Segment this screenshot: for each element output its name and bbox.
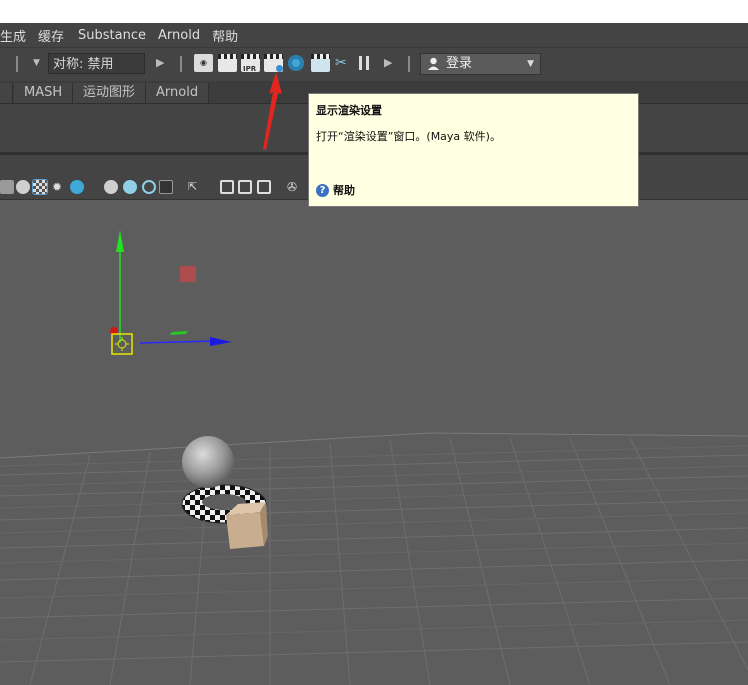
toolbar-separator [180,56,182,72]
chevron-down-icon[interactable]: ▼ [33,58,40,68]
menu-help[interactable]: 帮助 [212,26,246,45]
lighting-icon[interactable]: ✹ [52,180,66,194]
toolbar-separator [408,56,410,72]
xray-icon[interactable] [220,180,234,194]
help-icon: ? [316,183,329,197]
hypershade-icon[interactable] [288,55,304,71]
xray-joints-icon[interactable] [238,180,252,194]
login-label: 登录 [446,56,473,71]
chevron-down-icon: ▼ [527,59,534,69]
perspective-viewport[interactable] [0,200,748,685]
x-axis-handle [180,266,196,282]
shelf-tab-mash[interactable]: MASH [14,83,74,103]
scene-objects [181,436,268,549]
pause-icon-bar [366,56,369,70]
collapse-arrow-icon[interactable]: ▶ [384,56,392,69]
toolbar-separator [16,56,18,72]
cube-object [226,512,264,549]
sphere-object [182,436,234,488]
tooltip-title: 显示渲染设置 [316,104,382,117]
render-current-frame-icon[interactable] [218,54,237,72]
tooltip-description: 打开“渲染设置”窗口。(Maya 软件)。 [316,130,501,143]
move-manipulator [110,230,232,355]
status-line-toolbar: ▼ 对称: 禁用 ▶ ◉ IPR ✂ ▶ 登录 ▼ [0,47,748,81]
tooltip-help-label: 帮助 [333,184,355,197]
viewport-scene [0,230,748,685]
ground-grid [0,432,748,685]
shelf-tab-previous[interactable] [0,83,13,103]
depth-of-field-icon[interactable] [159,180,173,194]
render-view-icon[interactable] [311,54,330,72]
collapse-arrow-icon[interactable]: ▶ [156,56,164,69]
user-icon [428,57,439,70]
shadows-icon[interactable] [70,180,84,194]
annotation-arrow-icon [263,72,282,150]
shaded-icon[interactable] [16,180,30,194]
screen-top-margin [0,0,748,23]
antialias-icon[interactable] [142,180,156,194]
render-settings-tooltip: 显示渲染设置 打开“渲染设置”窗口。(Maya 软件)。 ? 帮助 [308,93,639,207]
xray-components-icon[interactable] [257,180,271,194]
symmetry-field[interactable]: 对称: 禁用 [48,53,145,74]
y-axis-arrow-icon [116,230,124,252]
ipr-label: IPR [243,65,257,73]
isolate-select-icon[interactable]: ⇱ [188,180,202,194]
menu-arnold[interactable]: Arnold [158,28,208,43]
ipr-render-icon[interactable]: IPR [241,54,260,73]
render-settings-icon[interactable] [264,54,283,72]
render-eye-icon[interactable]: ◉ [194,54,213,72]
shelf-tab-motion-graphics[interactable]: 运动图形 [73,83,147,103]
menu-cache[interactable]: 缓存 [38,26,72,45]
z-axis-arrow-icon [210,337,232,346]
main-menubar: 生成 缓存 Substance Arnold 帮助 [0,23,748,47]
pause-icon[interactable] [359,56,362,70]
tooltip-help-link[interactable]: ? 帮助 [316,182,355,198]
camera-attributes-icon[interactable]: ✇ [287,180,301,194]
shelf-tab-arnold[interactable]: Arnold [146,83,210,103]
screen-space-ao-icon[interactable] [104,180,118,194]
light-editor-icon[interactable]: ✂ [335,54,353,72]
menu-substance[interactable]: Substance [78,28,154,43]
textured-icon[interactable] [32,179,48,195]
login-dropdown[interactable]: 登录 ▼ [420,53,541,75]
menu-generate[interactable]: 生成 [0,26,34,45]
wireframe-icon[interactable] [0,180,14,194]
motion-blur-icon[interactable] [123,180,137,194]
